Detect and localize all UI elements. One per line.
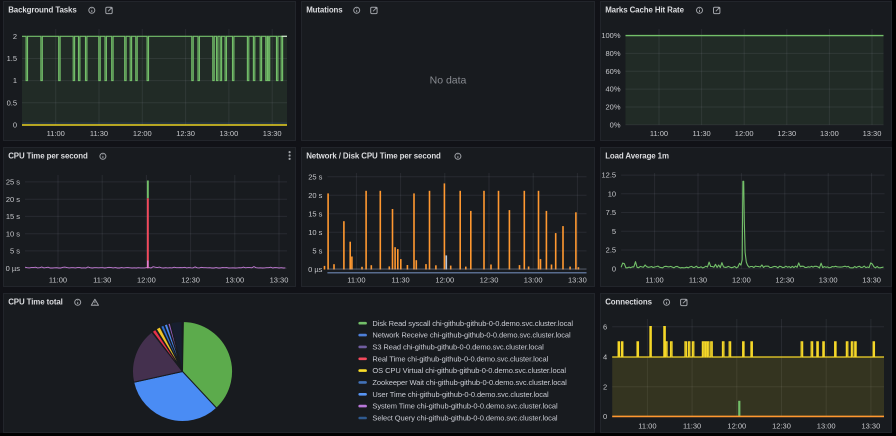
svg-text:20%: 20% xyxy=(605,103,620,112)
svg-text:100%: 100% xyxy=(601,31,621,40)
svg-text:10: 10 xyxy=(608,189,616,198)
svg-text:2: 2 xyxy=(603,382,607,391)
svg-text:13:30: 13:30 xyxy=(862,422,881,431)
svg-text:12:30: 12:30 xyxy=(777,129,796,138)
svg-text:15 s: 15 s xyxy=(6,212,20,221)
svg-text:Background Tasks: Background Tasks xyxy=(8,6,77,15)
svg-text:System Time chi-github-github-: System Time chi-github-github-0-0.demo.s… xyxy=(372,402,558,411)
svg-text:Network Receive chi-github-git: Network Receive chi-github-github-0-0.de… xyxy=(372,331,571,340)
svg-text:20 s: 20 s xyxy=(308,191,322,200)
svg-text:25 s: 25 s xyxy=(308,172,322,181)
svg-text:4: 4 xyxy=(603,353,607,362)
svg-text:OS CPU Virtual chi-github-gith: OS CPU Virtual chi-github-github-0-0.dem… xyxy=(372,366,566,375)
svg-text:11:30: 11:30 xyxy=(391,276,409,285)
svg-text:11:00: 11:00 xyxy=(47,129,65,138)
svg-text:5: 5 xyxy=(612,227,616,236)
svg-text:CPU Time per second: CPU Time per second xyxy=(8,152,88,161)
svg-text:Zookeeper Wait chi-github-gith: Zookeeper Wait chi-github-github-0-0.dem… xyxy=(372,378,567,387)
svg-text:25 s: 25 s xyxy=(6,178,20,187)
svg-text:11:00: 11:00 xyxy=(49,276,67,285)
svg-text:15 s: 15 s xyxy=(308,209,322,218)
svg-text:40%: 40% xyxy=(605,85,620,94)
svg-text:12.5: 12.5 xyxy=(601,171,616,180)
svg-text:11:00: 11:00 xyxy=(650,129,668,138)
svg-text:20 s: 20 s xyxy=(6,195,20,204)
svg-text:Real Time chi-github-github-0-: Real Time chi-github-github-0-0.demo.svc… xyxy=(372,354,548,363)
svg-text:13:00: 13:00 xyxy=(820,129,839,138)
svg-text:11:30: 11:30 xyxy=(93,276,111,285)
svg-text:13:30: 13:30 xyxy=(270,276,289,285)
svg-text:12:30: 12:30 xyxy=(772,422,791,431)
svg-text:11:30: 11:30 xyxy=(689,276,707,285)
svg-text:CPU Time total: CPU Time total xyxy=(8,298,63,307)
svg-text:60%: 60% xyxy=(605,67,620,76)
svg-text:Load Average 1m: Load Average 1m xyxy=(605,152,669,161)
svg-text:80%: 80% xyxy=(605,49,620,58)
svg-text:13:30: 13:30 xyxy=(862,276,881,285)
svg-text:12:00: 12:00 xyxy=(435,276,454,285)
svg-text:No data: No data xyxy=(430,75,467,87)
svg-text:11:30: 11:30 xyxy=(683,422,701,431)
svg-text:13:00: 13:00 xyxy=(819,276,838,285)
svg-text:0.5: 0.5 xyxy=(7,98,17,107)
svg-text:13:00: 13:00 xyxy=(225,276,244,285)
svg-text:13:00: 13:00 xyxy=(817,422,836,431)
svg-text:11:30: 11:30 xyxy=(90,129,108,138)
svg-text:5 s: 5 s xyxy=(312,247,322,256)
svg-text:0%: 0% xyxy=(610,120,621,129)
svg-text:Marks Cache Hit Rate: Marks Cache Hit Rate xyxy=(605,6,684,15)
svg-text:Disk Read syscall chi-github-g: Disk Read syscall chi-github-github-0-0.… xyxy=(372,319,573,328)
svg-text:13:30: 13:30 xyxy=(263,129,282,138)
svg-text:12:00: 12:00 xyxy=(735,129,754,138)
svg-text:12:00: 12:00 xyxy=(137,276,156,285)
svg-text:Connections: Connections xyxy=(605,298,652,307)
svg-text:0 µs: 0 µs xyxy=(308,265,323,274)
svg-text:10 s: 10 s xyxy=(308,228,322,237)
svg-text:13:00: 13:00 xyxy=(524,276,543,285)
svg-text:2: 2 xyxy=(13,32,17,41)
svg-text:5 s: 5 s xyxy=(10,247,20,256)
svg-text:0: 0 xyxy=(603,412,607,421)
svg-text:13:30: 13:30 xyxy=(863,129,882,138)
svg-text:12:30: 12:30 xyxy=(176,129,195,138)
svg-text:2.5: 2.5 xyxy=(606,246,616,255)
svg-text:12:00: 12:00 xyxy=(732,276,751,285)
svg-text:12:30: 12:30 xyxy=(775,276,794,285)
svg-text:12:00: 12:00 xyxy=(133,129,152,138)
svg-text:12:30: 12:30 xyxy=(480,276,499,285)
svg-text:11:30: 11:30 xyxy=(692,129,710,138)
svg-text:Network / Disk CPU Time per se: Network / Disk CPU Time per second xyxy=(306,152,441,161)
svg-text:12:30: 12:30 xyxy=(181,276,200,285)
svg-text:7.5: 7.5 xyxy=(606,208,616,217)
svg-text:1.5: 1.5 xyxy=(7,54,17,63)
svg-text:11:00: 11:00 xyxy=(347,276,365,285)
svg-text:11:00: 11:00 xyxy=(645,276,663,285)
svg-text:Mutations: Mutations xyxy=(306,6,343,15)
svg-text:13:00: 13:00 xyxy=(220,129,239,138)
svg-text:User Time chi-github-github-0-: User Time chi-github-github-0-0.demo.svc… xyxy=(372,390,549,399)
svg-text:0: 0 xyxy=(13,121,17,130)
svg-text:Select Query chi-github-github: Select Query chi-github-github-0-0.demo.… xyxy=(372,414,558,423)
svg-text:S3 Read chi-github-github-0-0.: S3 Read chi-github-github-0-0.demo.svc.c… xyxy=(372,343,544,352)
svg-text:10 s: 10 s xyxy=(6,229,20,238)
svg-text:12:00: 12:00 xyxy=(727,422,746,431)
svg-text:11:00: 11:00 xyxy=(638,422,656,431)
svg-text:1: 1 xyxy=(13,76,17,85)
svg-text:6: 6 xyxy=(603,322,607,331)
svg-text:0: 0 xyxy=(612,264,616,273)
svg-text:13:30: 13:30 xyxy=(568,276,587,285)
svg-text:0 µs: 0 µs xyxy=(6,264,21,273)
